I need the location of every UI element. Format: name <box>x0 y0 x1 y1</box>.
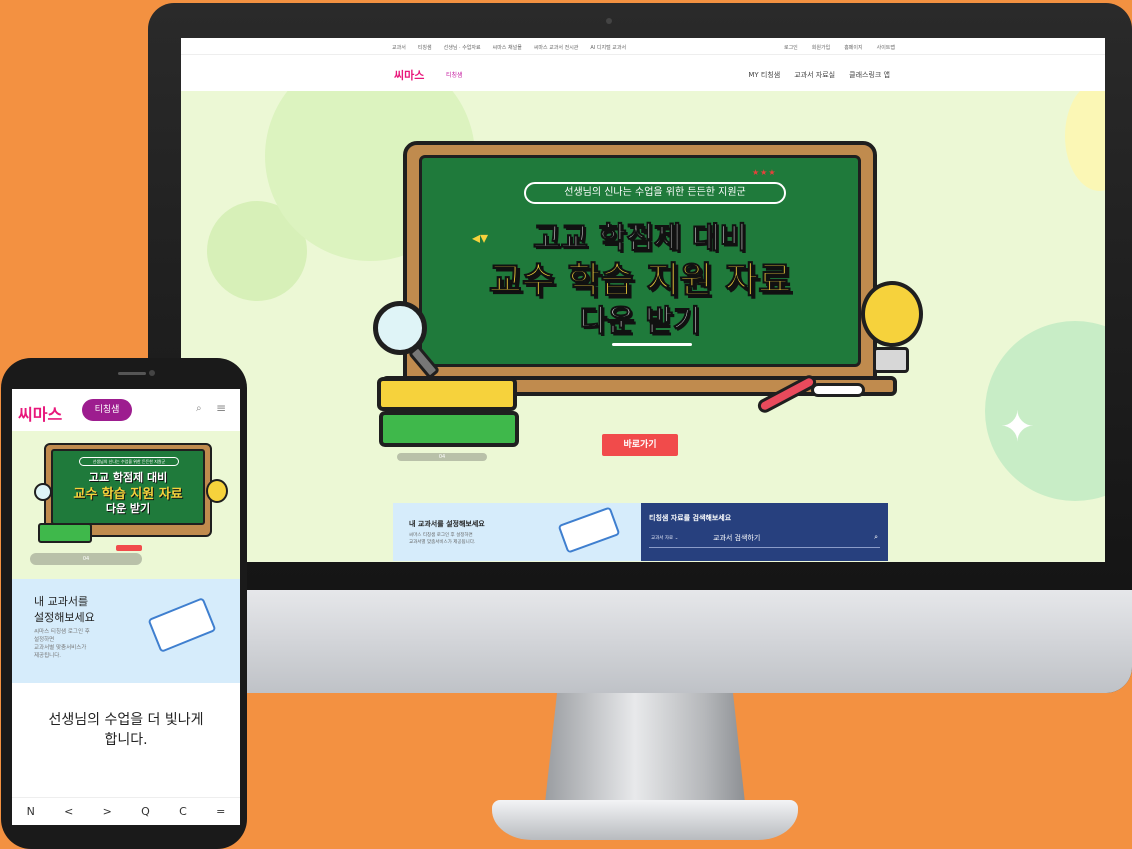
chalkboard: 선생님의 신나는 수업을 위한 든든한 지원군 ★★★ ◂▾ 고교 학점제 대비… <box>403 141 877 393</box>
browser-bottom-bar: N < > Q C = <box>12 797 240 825</box>
chalkboard-surface: 선생님의 신나는 수업을 위한 든든한 지원군 고교 학점제 대비 교수 학습 … <box>51 449 205 525</box>
naver-icon[interactable]: N <box>27 805 35 818</box>
util-link[interactable]: AI 디지털 교과서 <box>590 44 626 51</box>
imac-stand-base <box>492 800 798 840</box>
utility-bar: 교과서 티칭샘 선생님 · 수업자료 씨마스 채널몰 씨마스 교과서 전시관 A… <box>181 38 1105 55</box>
desktop-screen: 교과서 티칭샘 선생님 · 수업자료 씨마스 채널몰 씨마스 교과서 전시관 A… <box>181 38 1105 562</box>
card-subtext: 제공됩니다. <box>34 653 62 659</box>
imac-stand <box>545 693 745 803</box>
mobile-logo[interactable]: 씨마스 <box>18 401 62 425</box>
hero-title-line3: 다운 받기 <box>579 304 701 340</box>
sparkle-icon: ✦ <box>999 402 1035 451</box>
search-category-select[interactable]: 교과서 자료 ⌄ <box>651 535 678 541</box>
camera-icon <box>606 18 612 24</box>
book-icon <box>379 411 519 447</box>
book-icon <box>377 377 517 411</box>
hero-title-line3: 다운 받기 <box>105 502 151 515</box>
search-panel: 티칭샘 자료를 검색해보세요 교과서 자료 ⌄ 교과서 검색하기 ⌕ <box>641 503 888 561</box>
util-link[interactable]: 씨마스 교과서 전시관 <box>534 44 579 51</box>
slide-pager[interactable]: 04 <box>397 453 487 461</box>
search-input[interactable]: 교과서 검색하기 <box>713 533 760 543</box>
slide-pager[interactable]: 04 <box>30 553 142 565</box>
menu-icon[interactable]: = <box>216 805 225 818</box>
sitemap-link[interactable]: 사이트맵 <box>877 44 895 51</box>
mobile-header: 씨마스 티칭샘 ⌕ ≡ <box>12 389 240 431</box>
menu-icon[interactable]: ≡ <box>216 401 226 415</box>
search-category-label: 교과서 자료 <box>651 536 674 541</box>
chalk-icon <box>811 383 865 397</box>
search-icon[interactable]: ⌕ <box>196 403 202 414</box>
site-logo-sub[interactable]: 티칭샘 <box>446 70 463 79</box>
magnifier-icon <box>34 483 52 501</box>
lightbulb-icon <box>206 479 228 503</box>
home-link[interactable]: 홈페이지 <box>844 44 862 51</box>
nav-classlink-app[interactable]: 클래스링크 앱 <box>849 70 890 80</box>
panel-subtext: 교과서별 맞춤서비스가 제공됩니다. <box>409 540 476 545</box>
util-link[interactable]: 선생님 · 수업자료 <box>444 44 481 51</box>
mobile-message: 합니다. <box>104 732 148 748</box>
decor-circle <box>1065 91 1105 191</box>
underline-decor <box>612 343 692 346</box>
book-icon <box>38 523 92 543</box>
hero-pill: 선생님의 신나는 수업을 위한 든든한 지원군 <box>524 182 786 204</box>
lightbulb-icon <box>861 281 923 347</box>
site-nav: 씨마스 티칭샘 MY 티칭샘 교과서 자료실 클래스링크 앱 <box>181 55 1105 91</box>
nav-my-teachingsam[interactable]: MY 티칭샘 <box>748 70 780 80</box>
hero-banner: ✦ 선생님의 신나는 수업을 위한 든든한 지원군 ★★★ ◂▾ 고교 학점제 … <box>181 91 1105 561</box>
mobile-badge[interactable]: 티칭샘 <box>82 399 132 421</box>
util-link[interactable]: 씨마스 채널몰 <box>493 44 522 51</box>
imac-chin <box>148 590 1132 693</box>
login-link[interactable]: 로그인 <box>784 44 798 51</box>
back-icon[interactable]: < <box>64 805 73 818</box>
util-link[interactable]: 교과서 <box>392 44 406 51</box>
util-link[interactable]: 티칭샘 <box>418 44 432 51</box>
hero-pill: 선생님의 신나는 수업을 위한 든든한 지원군 <box>79 457 179 466</box>
main-menu: MY 티칭샘 교과서 자료실 클래스링크 앱 <box>748 70 890 80</box>
card-title: 내 교과서를 <box>34 595 89 608</box>
site-logo[interactable]: 씨마스 <box>394 67 424 83</box>
lightbulb-base <box>873 347 909 373</box>
search-icon[interactable]: Q <box>141 805 150 818</box>
search-panel-title: 티칭샘 자료를 검색해보세요 <box>649 514 732 522</box>
mobile-message: 선생님의 수업을 더 빛나게 <box>48 712 204 728</box>
card-subtext: 씨마스 티칭샘 로그인 후 <box>34 629 90 635</box>
mobile-screen: 씨마스 티칭샘 ⌕ ≡ 선생님의 신나는 수업을 위한 든든한 지원군 고교 학… <box>12 389 240 825</box>
search-icon[interactable]: ⌕ <box>874 533 878 542</box>
speaker-icon <box>118 372 146 375</box>
utility-right-links: 로그인 회원가입 홈페이지 사이트맵 <box>784 44 895 51</box>
search-underline <box>649 547 880 548</box>
panel-subtext: 씨마스 티칭샘 로그인 후 설정하면 <box>409 533 473 538</box>
stars-icon: ★★★ <box>752 168 777 177</box>
refresh-icon[interactable]: C <box>179 805 187 818</box>
card-subtext: 교과서별 맞춤서비스가 <box>34 645 87 651</box>
chalkboard-surface: 선생님의 신나는 수업을 위한 든든한 지원군 ★★★ ◂▾ 고교 학점제 대비… <box>419 155 861 367</box>
panel-title: 내 교과서를 설정해보세요 <box>409 520 485 528</box>
signup-link[interactable]: 회원가입 <box>812 44 830 51</box>
go-button[interactable] <box>116 545 142 551</box>
utility-links: 교과서 티칭샘 선생님 · 수업자료 씨마스 채널몰 씨마스 교과서 전시관 A… <box>392 44 626 51</box>
mobile-hero: 선생님의 신나는 수업을 위한 든든한 지원군 고교 학점제 대비 교수 학습 … <box>12 431 240 579</box>
card-title: 설정해보세요 <box>34 611 95 624</box>
nav-textbook-archive[interactable]: 교과서 자료실 <box>794 70 835 80</box>
forward-icon[interactable]: > <box>103 805 112 818</box>
camera-icon <box>149 370 155 376</box>
card-subtext: 설정하면 <box>34 637 55 643</box>
go-button[interactable]: 바로가기 <box>602 434 678 456</box>
